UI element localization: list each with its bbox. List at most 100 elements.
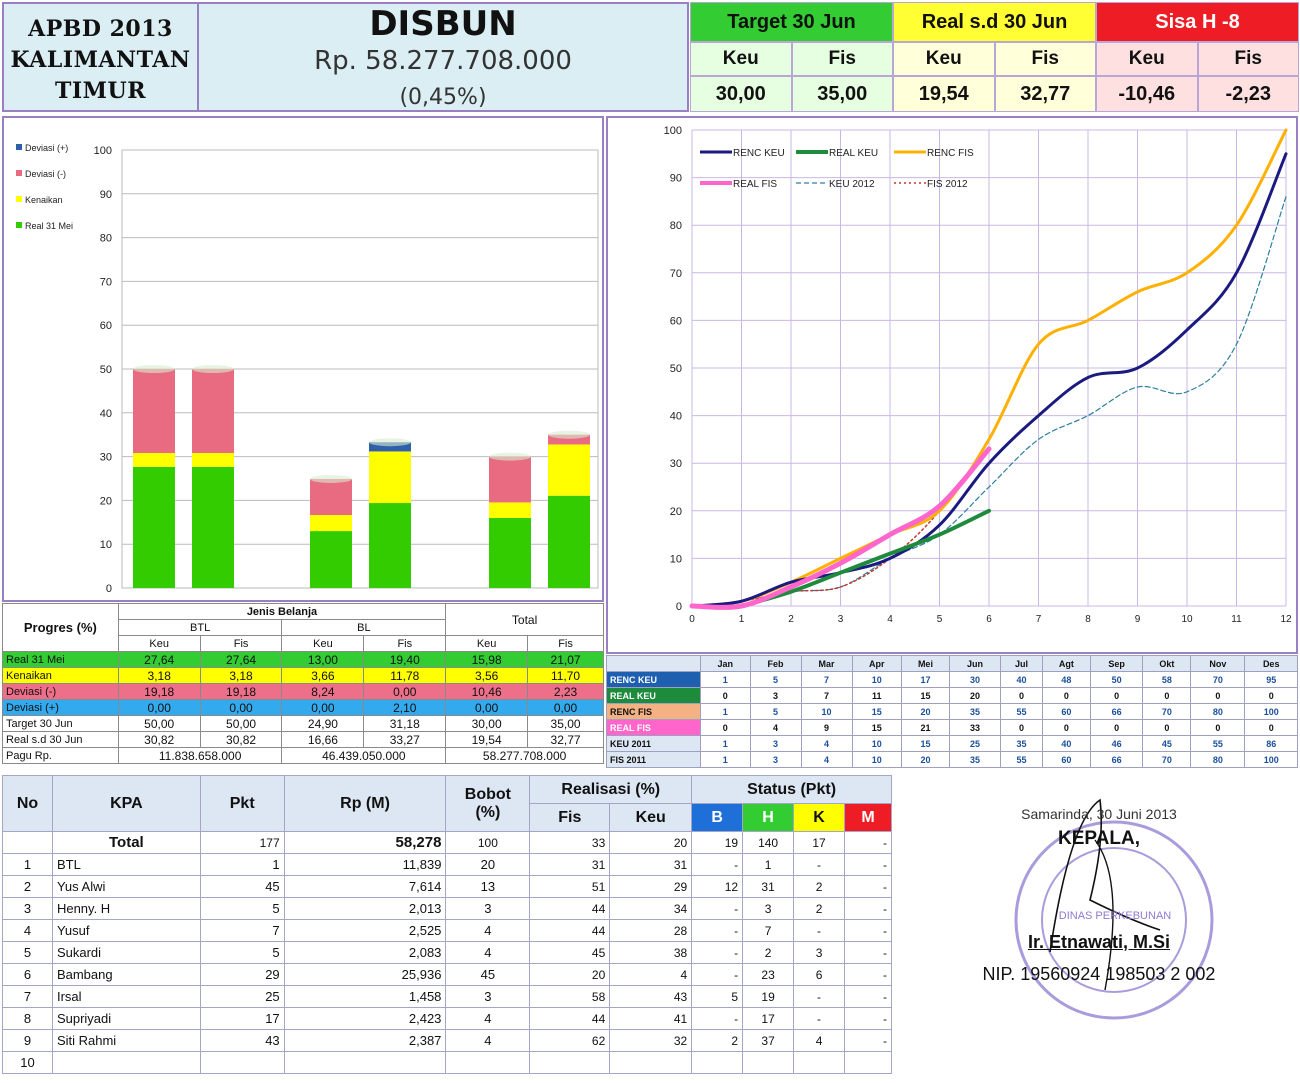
x-tick-label: 9 bbox=[1135, 614, 1141, 625]
kpa-cell-bobot: 3 bbox=[445, 897, 531, 920]
kpa-cell-k: 3 bbox=[793, 941, 845, 964]
month-cell: 55 bbox=[999, 751, 1043, 768]
total-pkt: 177 bbox=[199, 831, 285, 854]
month-cell: 95 bbox=[1244, 671, 1298, 688]
legend-label: RENC FIS bbox=[927, 148, 974, 159]
kpi-keu-header: Keu bbox=[690, 42, 792, 76]
kpa-cell-bobot: 20 bbox=[445, 853, 531, 876]
kpa-cell-fis: 44 bbox=[529, 1007, 611, 1030]
kpa-cell-kpa: Siti Rahmi bbox=[51, 1029, 201, 1052]
kpa-cell-kpa: Sukardi bbox=[51, 941, 201, 964]
kpa-cell-rp: 1,458 bbox=[283, 985, 447, 1008]
kpi-keu-value: 19,54 bbox=[893, 76, 995, 112]
legend-label: Deviasi (+) bbox=[25, 143, 68, 153]
y-tick-label: 40 bbox=[100, 408, 112, 420]
month-cell: 60 bbox=[1041, 703, 1091, 720]
kpa-cell-bobot: 45 bbox=[445, 963, 531, 986]
total-rp: 58,278 bbox=[283, 831, 447, 854]
legend-label: REAL KEU bbox=[829, 148, 878, 159]
y-tick-label: 90 bbox=[670, 173, 682, 185]
progress-cell: 3,18 bbox=[199, 667, 283, 684]
progress-cell: 13,00 bbox=[281, 651, 365, 668]
kpa-cell-rp: 2,387 bbox=[283, 1029, 447, 1052]
total-header: Total bbox=[445, 603, 604, 636]
kpa-cell-keu: 38 bbox=[609, 941, 693, 964]
kpa-cell-b: 2 bbox=[691, 1029, 744, 1052]
kpa-cell-fis: 58 bbox=[529, 985, 611, 1008]
month-cell: 0 bbox=[1190, 719, 1246, 736]
signer-title: KEPALA, bbox=[1058, 828, 1140, 849]
month-cell: 35 bbox=[999, 735, 1043, 752]
month-cell: 70 bbox=[1190, 671, 1246, 688]
month-cell: 5 bbox=[749, 703, 802, 720]
month-cell: 10 bbox=[800, 703, 853, 720]
x-tick-label: 3 bbox=[838, 614, 844, 625]
kpa-cell-m: - bbox=[844, 985, 892, 1008]
month-cell: 15 bbox=[900, 687, 950, 704]
kpa-cell-k: 6 bbox=[793, 963, 845, 986]
kpa-cell-rp: 2,423 bbox=[283, 1007, 447, 1030]
kpa-cell-m: - bbox=[844, 1029, 892, 1052]
legend-label: Kenaikan bbox=[25, 195, 63, 205]
y-tick-label: 100 bbox=[664, 125, 682, 137]
kpi-fis-header: Fis bbox=[994, 42, 1096, 76]
col-realisasi: Realisasi (%) bbox=[529, 775, 693, 804]
y-tick-label: 40 bbox=[670, 411, 682, 423]
month-cell: 17 bbox=[900, 671, 950, 688]
row-label: Deviasi (-) bbox=[2, 683, 119, 700]
x-tick-label: 4 bbox=[887, 614, 893, 625]
month-header: Nov bbox=[1190, 655, 1246, 672]
bar-cap bbox=[310, 474, 352, 483]
y-tick-label: 0 bbox=[676, 601, 682, 613]
month-cell: 55 bbox=[999, 703, 1043, 720]
total-label: Total bbox=[51, 831, 201, 854]
progress-cell: 0,00 bbox=[117, 699, 201, 716]
month-cell: 10 bbox=[851, 751, 902, 768]
kpa-cell-b: - bbox=[691, 941, 744, 964]
y-tick-label: 20 bbox=[670, 506, 682, 518]
kpa-cell-no: 5 bbox=[2, 941, 53, 964]
month-cell: 15 bbox=[900, 735, 950, 752]
progress-cell: 10,46 bbox=[445, 683, 529, 700]
kpa-cell-pkt: 45 bbox=[199, 875, 285, 898]
col-status-h: H bbox=[742, 803, 795, 832]
col-bobot-line1: Bobot bbox=[464, 785, 511, 803]
x-tick-label: 1 bbox=[739, 614, 745, 625]
kpa-cell-k: 2 bbox=[793, 897, 845, 920]
kpa-cell-k: - bbox=[793, 985, 845, 1008]
title-line-2: KALIMANTAN bbox=[10, 47, 191, 73]
month-cell: 3 bbox=[749, 687, 802, 704]
month-row-label: REAL KEU bbox=[606, 687, 701, 704]
bar-segment-kenaikan bbox=[310, 515, 352, 532]
month-header: Sep bbox=[1089, 655, 1144, 672]
month-header: Jan bbox=[700, 655, 751, 672]
y-tick-label: 60 bbox=[670, 315, 682, 327]
month-cell: 7 bbox=[800, 671, 853, 688]
kpa-cell-m: - bbox=[844, 853, 892, 876]
kpa-cell-no: 6 bbox=[2, 963, 53, 986]
y-tick-label: 50 bbox=[100, 364, 112, 376]
kpa-cell-m: - bbox=[844, 941, 892, 964]
total-keu: 20 bbox=[609, 831, 693, 854]
kpa-cell-no: 3 bbox=[2, 897, 53, 920]
month-cell: 100 bbox=[1244, 751, 1298, 768]
month-cell: 50 bbox=[1089, 671, 1144, 688]
progress-cell: 19,54 bbox=[445, 731, 529, 748]
bar-segment-dev-minus bbox=[489, 456, 531, 503]
col-status: Status (Pkt) bbox=[691, 775, 892, 804]
month-cell: 40 bbox=[999, 671, 1043, 688]
kpa-cell-bobot: 4 bbox=[445, 1029, 531, 1052]
kpa-cell-rp: 7,614 bbox=[283, 875, 447, 898]
legend-swatch bbox=[16, 222, 22, 228]
y-tick-label: 70 bbox=[670, 268, 682, 280]
kpa-cell-pkt: 29 bbox=[199, 963, 285, 986]
legend-label: RENC KEU bbox=[733, 148, 785, 159]
col-fis: Fis bbox=[529, 803, 611, 832]
progress-cell: 0,00 bbox=[363, 683, 447, 700]
stacked-bar-chart: 0 10 20 30 40 50 60 70 80 90 100 Deviasi (+) Deviasi… bbox=[16, 143, 599, 595]
y-tick-label: 20 bbox=[100, 495, 112, 507]
month-cell: 0 bbox=[1190, 687, 1246, 704]
row-label: Real 31 Mei bbox=[2, 651, 119, 668]
progress-cell: 3,18 bbox=[117, 667, 201, 684]
kpi-keu-value: -10,46 bbox=[1096, 76, 1198, 112]
